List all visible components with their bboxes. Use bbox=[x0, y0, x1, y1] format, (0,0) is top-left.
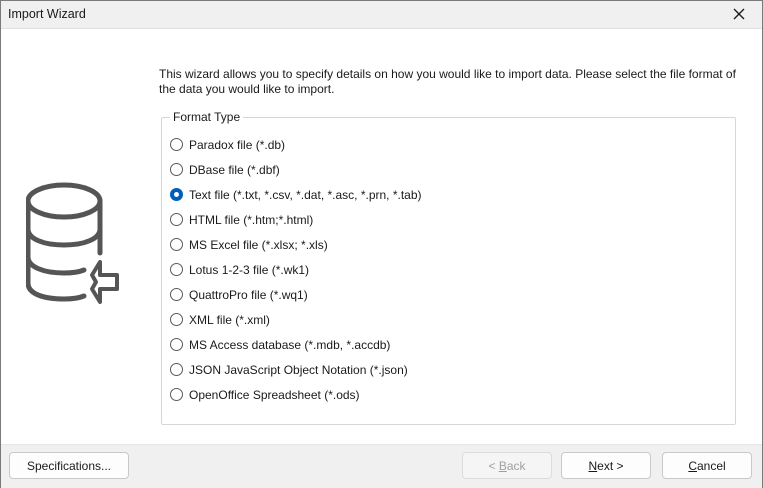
format-option-label: MS Access database (*.mdb, *.accdb) bbox=[189, 337, 391, 352]
back-button[interactable]: < Back bbox=[462, 452, 552, 479]
format-option[interactable]: Text file (*.txt, *.csv, *.dat, *.asc, *… bbox=[170, 182, 422, 207]
back-label: < Back bbox=[488, 458, 526, 473]
format-option-label: MS Excel file (*.xlsx; *.xls) bbox=[189, 237, 328, 252]
format-option-label: Lotus 1-2-3 file (*.wk1) bbox=[189, 262, 310, 277]
window-title: Import Wizard bbox=[8, 7, 86, 21]
radio-button[interactable] bbox=[170, 138, 183, 151]
radio-button[interactable] bbox=[170, 263, 183, 276]
format-option-label: XML file (*.xml) bbox=[189, 312, 270, 327]
radio-button[interactable] bbox=[170, 363, 183, 376]
format-options-list: Paradox file (*.db) DBase file (*.dbf) Tex… bbox=[170, 132, 422, 407]
format-option[interactable]: HTML file (*.htm;*.html) bbox=[170, 207, 422, 232]
import-wizard-window: Import Wizard This wizard allows you to … bbox=[0, 0, 763, 488]
next-button[interactable]: Next > bbox=[561, 452, 651, 479]
radio-button[interactable] bbox=[170, 238, 183, 251]
format-type-legend: Format Type bbox=[170, 110, 244, 124]
format-option[interactable]: DBase file (*.dbf) bbox=[170, 157, 422, 182]
close-icon bbox=[733, 8, 745, 20]
format-option[interactable]: OpenOffice Spreadsheet (*.ods) bbox=[170, 382, 422, 407]
format-option-label: HTML file (*.htm;*.html) bbox=[189, 212, 314, 227]
next-label: Next > bbox=[588, 458, 624, 473]
format-option-label: OpenOffice Spreadsheet (*.ods) bbox=[189, 387, 360, 402]
close-button[interactable] bbox=[722, 3, 756, 25]
wizard-content: This wizard allows you to specify detail… bbox=[2, 29, 761, 443]
format-option-label: Text file (*.txt, *.csv, *.dat, *.asc, *… bbox=[189, 187, 422, 202]
intro-text: This wizard allows you to specify detail… bbox=[159, 67, 736, 96]
wizard-footer: Specifications... < Back Next > Cancel bbox=[1, 444, 762, 488]
radio-button[interactable] bbox=[170, 188, 183, 201]
radio-button[interactable] bbox=[170, 213, 183, 226]
format-option[interactable]: JSON JavaScript Object Notation (*.json) bbox=[170, 357, 422, 382]
format-option[interactable]: Lotus 1-2-3 file (*.wk1) bbox=[170, 257, 422, 282]
cancel-label: Cancel bbox=[688, 458, 726, 473]
format-option-label: JSON JavaScript Object Notation (*.json) bbox=[189, 362, 408, 377]
radio-button[interactable] bbox=[170, 163, 183, 176]
radio-button[interactable] bbox=[170, 338, 183, 351]
radio-button[interactable] bbox=[170, 288, 183, 301]
format-option[interactable]: Paradox file (*.db) bbox=[170, 132, 422, 157]
database-import-icon bbox=[26, 182, 119, 304]
specifications-label: Specifications... bbox=[26, 458, 112, 473]
format-option-label: QuattroPro file (*.wq1) bbox=[189, 287, 308, 302]
format-type-group: Format Type Paradox file (*.db) DBase fil… bbox=[161, 110, 736, 425]
format-option[interactable]: MS Access database (*.mdb, *.accdb) bbox=[170, 332, 422, 357]
cancel-button[interactable]: Cancel bbox=[662, 452, 752, 479]
radio-button[interactable] bbox=[170, 388, 183, 401]
format-option[interactable]: QuattroPro file (*.wq1) bbox=[170, 282, 422, 307]
specifications-button[interactable]: Specifications... bbox=[9, 452, 129, 479]
title-bar: Import Wizard bbox=[1, 1, 762, 29]
format-option[interactable]: XML file (*.xml) bbox=[170, 307, 422, 332]
format-option-label: Paradox file (*.db) bbox=[189, 137, 286, 152]
radio-button[interactable] bbox=[170, 313, 183, 326]
format-option[interactable]: MS Excel file (*.xlsx; *.xls) bbox=[170, 232, 422, 257]
format-option-label: DBase file (*.dbf) bbox=[189, 162, 280, 177]
